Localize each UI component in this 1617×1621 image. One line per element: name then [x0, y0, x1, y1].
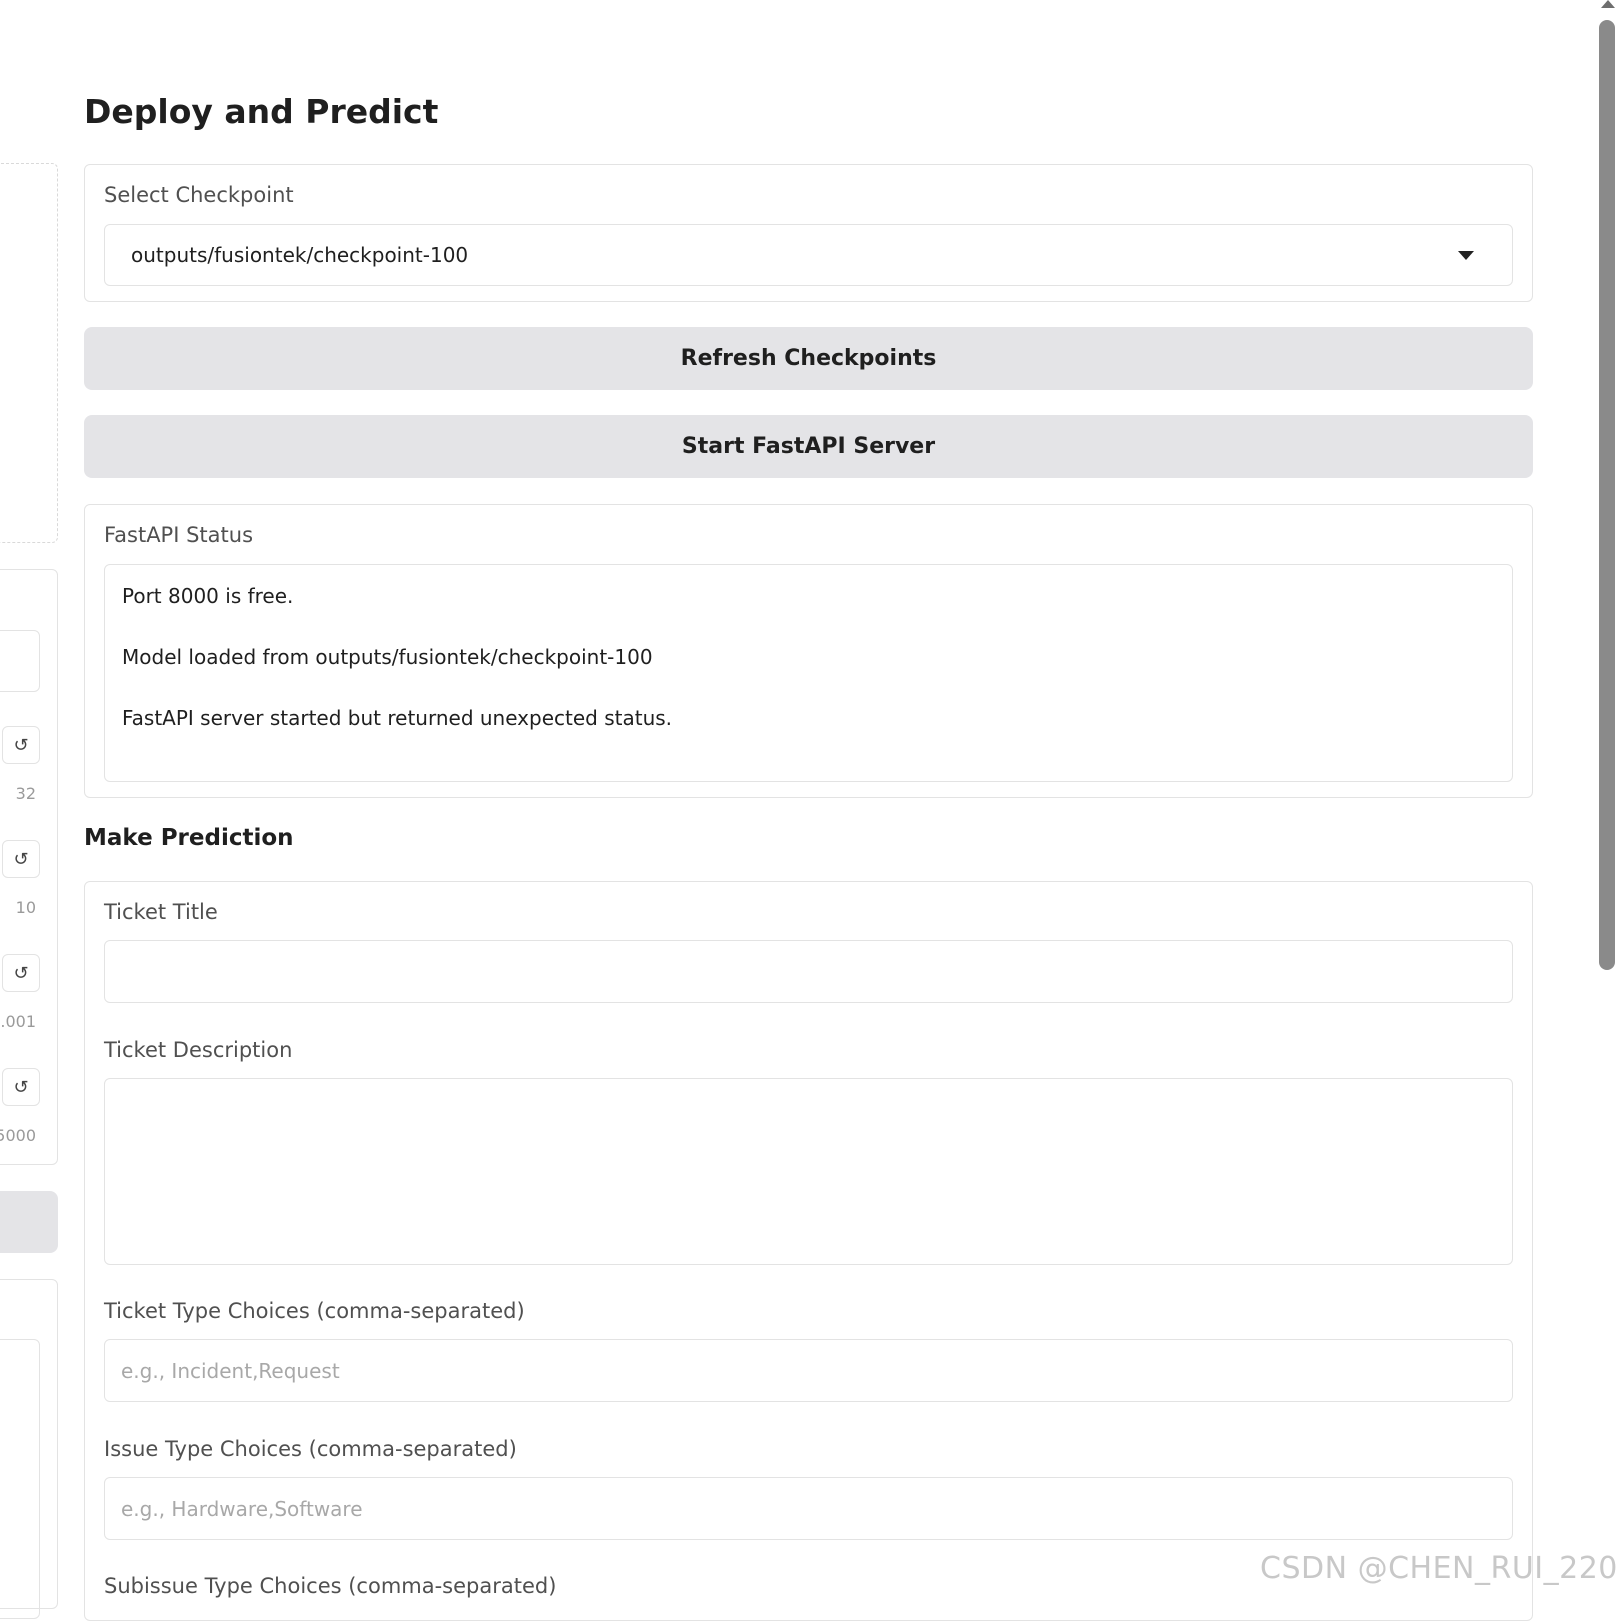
ticket-type-label: Ticket Type Choices (comma-separated) [104, 1299, 525, 1323]
issue-type-label: Issue Type Choices (comma-separated) [104, 1437, 517, 1461]
left-upload-area [0, 163, 58, 543]
status-output: Port 8000 is free. Model loaded from out… [104, 564, 1513, 782]
scroll-up-arrow-icon[interactable] [1601, 0, 1615, 8]
issue-type-input[interactable] [104, 1477, 1513, 1540]
slider-value: 5000 [0, 1126, 36, 1145]
left-output-box [0, 1339, 40, 1619]
slider-value: 10 [15, 898, 36, 917]
chevron-down-icon [1458, 250, 1474, 260]
ticket-title-input[interactable] [104, 940, 1513, 1003]
reset-icon[interactable]: ↺ [2, 1068, 40, 1106]
subissue-type-label: Subissue Type Choices (comma-separated) [104, 1574, 557, 1598]
page-title: Deploy and Predict [84, 92, 439, 131]
left-action-button[interactable] [0, 1191, 58, 1253]
slider-value: 0.001 [0, 1012, 36, 1031]
status-line: Model loaded from outputs/fusiontek/chec… [122, 645, 653, 669]
checkpoint-select[interactable]: outputs/fusiontek/checkpoint-100 [104, 224, 1513, 286]
left-text-input[interactable] [0, 630, 40, 692]
status-label: FastAPI Status [104, 523, 254, 547]
refresh-checkpoints-button[interactable]: Refresh Checkpoints [84, 327, 1533, 390]
watermark: CSDN @CHEN_RUI_2200 [1260, 1551, 1617, 1586]
start-fastapi-button[interactable]: Start FastAPI Server [84, 415, 1533, 478]
reset-icon[interactable]: ↺ [2, 840, 40, 878]
section-title: Make Prediction [84, 825, 294, 851]
reset-icon[interactable]: ↺ [2, 726, 40, 764]
status-line: Port 8000 is free. [122, 584, 294, 608]
status-line: FastAPI server started but returned unex… [122, 706, 673, 730]
checkpoint-select-value: outputs/fusiontek/checkpoint-100 [131, 243, 469, 267]
ticket-description-label: Ticket Description [104, 1038, 293, 1062]
ticket-description-input[interactable] [104, 1078, 1513, 1265]
checkpoint-label: Select Checkpoint [104, 183, 294, 207]
ticket-type-input[interactable] [104, 1339, 1513, 1402]
slider-value: 32 [15, 784, 36, 803]
scrollbar-thumb[interactable] [1599, 20, 1615, 970]
reset-icon[interactable]: ↺ [2, 954, 40, 992]
ticket-title-label: Ticket Title [104, 900, 218, 924]
